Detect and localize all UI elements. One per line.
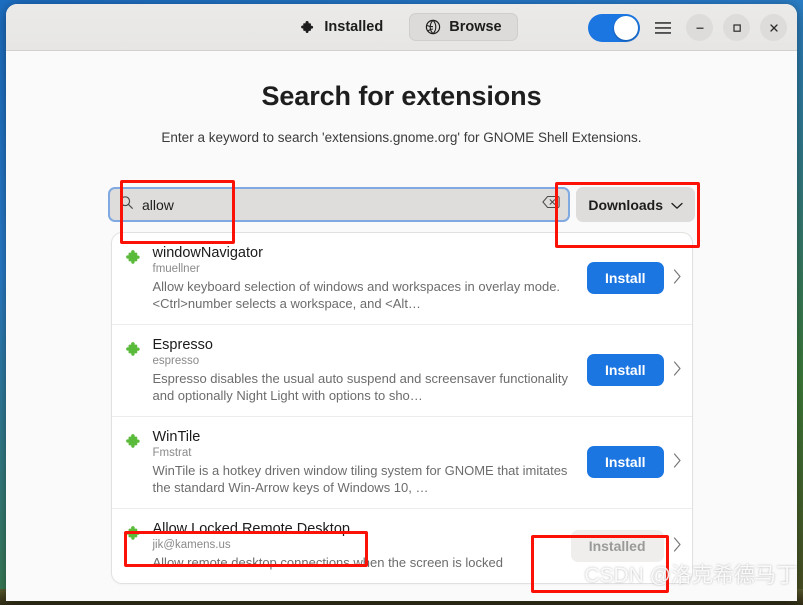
chevron-down-icon (671, 197, 683, 213)
row-actions: Install (587, 354, 682, 387)
window-minimize-button[interactable] (686, 14, 713, 41)
extension-puzzle-icon (125, 433, 143, 455)
extension-puzzle-icon (125, 341, 143, 363)
result-text: WinTile Fmstrat WinTile is a hotkey driv… (153, 429, 578, 496)
extension-name: WinTile (152, 428, 201, 445)
result-row[interactable]: windowNavigator fmuellner Allow keyboard… (111, 233, 692, 325)
page-title: Search for extensions (261, 81, 542, 111)
install-button[interactable]: Install (587, 262, 664, 295)
extensions-master-toggle[interactable] (588, 13, 640, 42)
result-text: windowNavigator fmuellner Allow keyboard… (153, 245, 578, 312)
extension-author: fmuellner (152, 262, 200, 275)
search-icon (119, 195, 134, 215)
installed-button: Installed (570, 529, 664, 562)
extension-manager-window: Installed Browse Search for extensions E… (6, 4, 797, 601)
browse-page: Search for extensions Enter a keyword to… (6, 51, 797, 601)
sort-dropdown-label: Downloads (588, 196, 663, 213)
hamburger-menu-icon[interactable] (650, 15, 676, 41)
page-subtitle: Enter a keyword to search 'extensions.gn… (161, 130, 642, 145)
window-maximize-button[interactable] (723, 14, 750, 41)
puzzle-piece-icon (301, 20, 316, 35)
result-row[interactable]: WinTile Fmstrat WinTile is a hotkey driv… (111, 417, 692, 509)
extension-name: Allow Locked Remote Desktop (152, 520, 350, 537)
extension-name: windowNavigator (152, 245, 263, 261)
row-actions: Install (587, 262, 682, 295)
extension-description: WinTile is a hotkey driven window tiling… (152, 462, 568, 495)
view-switcher: Installed Browse (285, 13, 518, 41)
chevron-right-icon[interactable] (673, 269, 682, 287)
search-field[interactable] (108, 187, 571, 222)
extension-description: Espresso disables the usual auto suspend… (152, 370, 569, 403)
tab-installed-label: Installed (324, 19, 384, 35)
extension-description: Allow remote desktop connections when th… (152, 554, 503, 570)
sort-dropdown[interactable]: Downloads (576, 187, 695, 222)
tab-installed[interactable]: Installed (285, 13, 399, 41)
window-headerbar: Installed Browse (6, 4, 797, 51)
result-text: Espresso espresso Espresso disables the … (153, 337, 578, 404)
globe-icon (425, 19, 441, 35)
window-close-button[interactable] (760, 14, 787, 41)
csdn-watermark: CSDN @洛克希德马丁 (584, 564, 797, 587)
extension-author: espresso (152, 354, 200, 367)
extension-name: Espresso (152, 336, 213, 353)
search-row: Downloads (108, 187, 695, 222)
tab-browse[interactable]: Browse (409, 13, 518, 41)
toggle-knob (614, 15, 638, 40)
chevron-right-icon[interactable] (673, 453, 682, 471)
row-actions: Installed (570, 529, 682, 562)
result-row[interactable]: Espresso espresso Espresso disables the … (111, 325, 692, 417)
headerbar-right-controls (588, 4, 787, 51)
install-button[interactable]: Install (587, 354, 664, 387)
extension-puzzle-icon (125, 249, 143, 271)
backspace-clear-icon[interactable] (542, 195, 560, 214)
extension-description: Allow keyboard selection of windows and … (152, 278, 561, 311)
result-text: Allow Locked Remote Desktop jik@kamens.u… (153, 521, 561, 571)
search-results-list: windowNavigator fmuellner Allow keyboard… (111, 233, 692, 583)
row-actions: Install (587, 446, 682, 479)
search-input[interactable] (142, 196, 535, 213)
chevron-right-icon[interactable] (673, 537, 682, 555)
extension-author: jik@kamens.us (152, 538, 231, 551)
chevron-right-icon[interactable] (673, 361, 682, 379)
extension-puzzle-icon (125, 525, 143, 547)
extension-author: Fmstrat (152, 446, 192, 459)
install-button[interactable]: Install (587, 446, 664, 479)
tab-browse-label: Browse (449, 19, 502, 35)
